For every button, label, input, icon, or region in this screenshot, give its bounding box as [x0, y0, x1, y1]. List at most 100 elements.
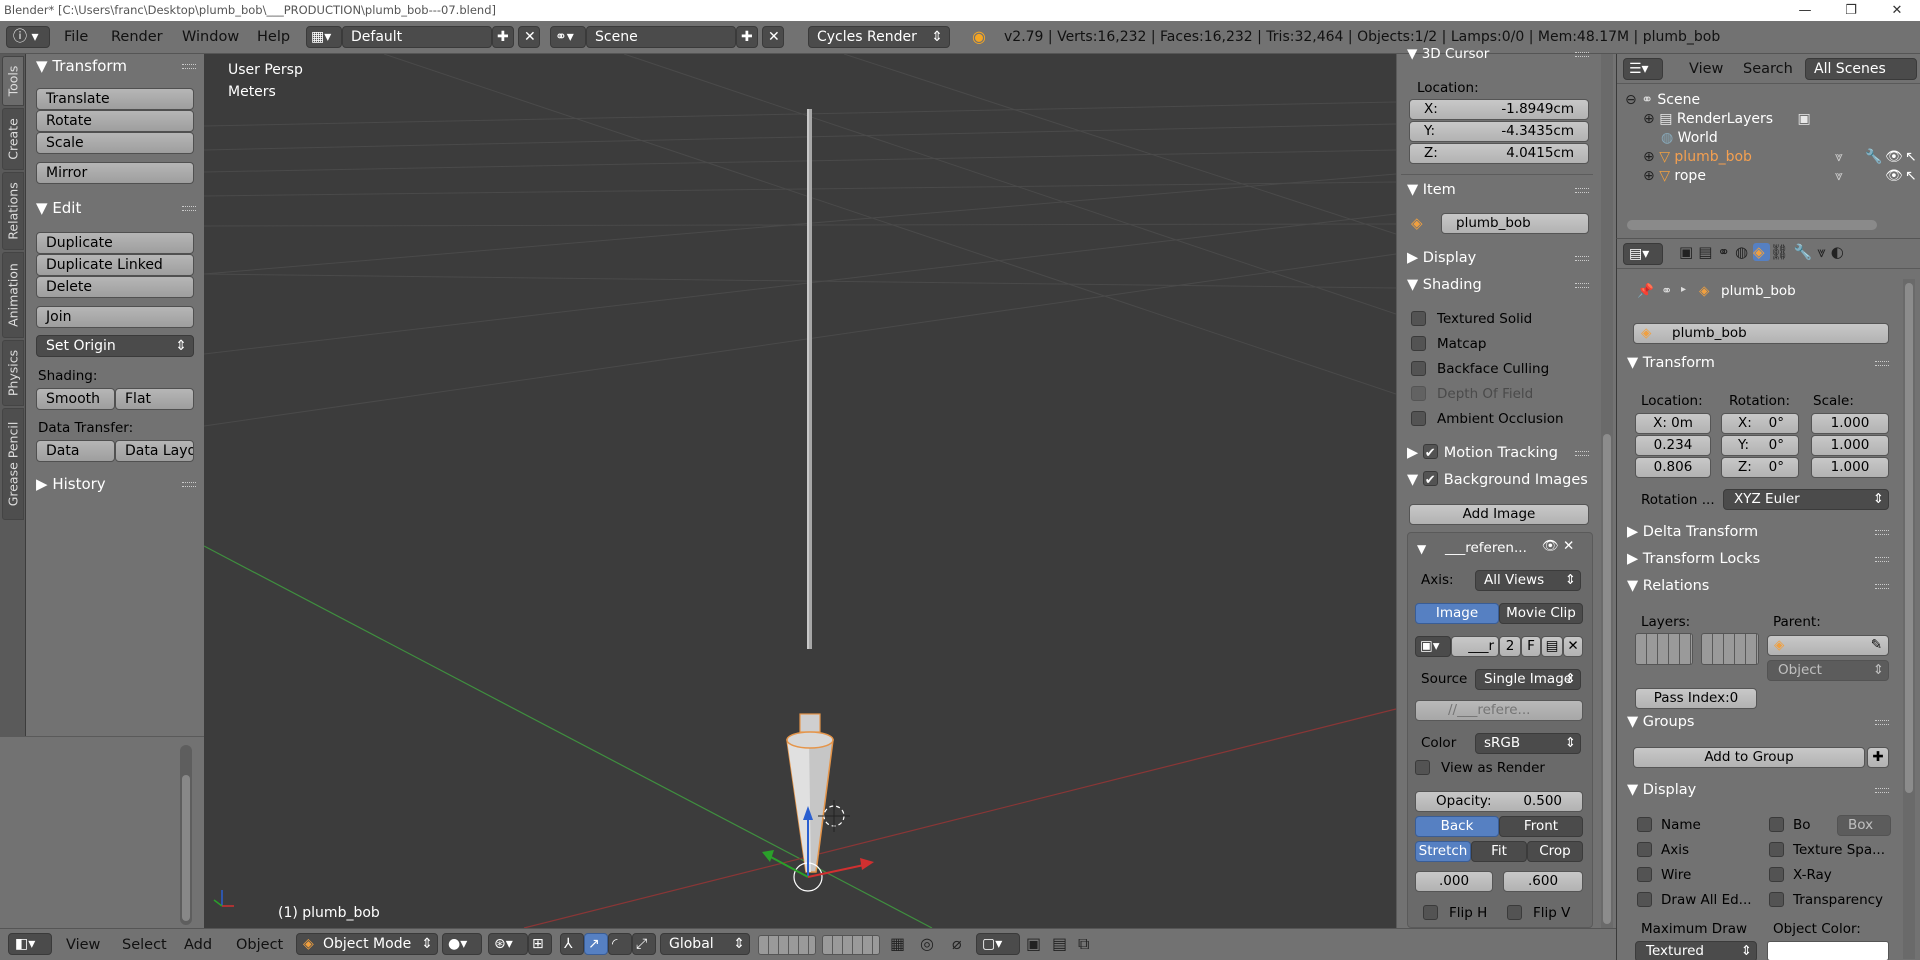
maximum-draw-dropdown[interactable]: Textured ⇕ [1635, 941, 1757, 960]
image-browse-button[interactable]: ▣▾ [1415, 636, 1451, 657]
drag-grip-icon[interactable] [1575, 283, 1589, 288]
snap-magnet-icon[interactable]: ⌀ [952, 934, 962, 953]
drag-grip-icon[interactable] [1575, 188, 1589, 193]
backface-culling-checkbox[interactable] [1411, 361, 1426, 376]
data-transfer-button[interactable]: Data [36, 440, 115, 462]
scene-layers-a[interactable] [758, 935, 816, 955]
scale-manipulator-button[interactable]: ⤢ [632, 933, 656, 955]
delta-transform-panel-header[interactable]: ▶ Delta Transform [1617, 520, 1897, 544]
rope-object[interactable] [807, 109, 812, 649]
fit-toggle[interactable]: Fit [1471, 841, 1527, 862]
open-image-icon[interactable]: ▤ [1541, 636, 1563, 657]
world-tab-icon[interactable]: ◍ [1735, 243, 1753, 261]
display-wire-checkbox[interactable] [1637, 867, 1652, 882]
shelf-scrollbar[interactable] [1601, 54, 1613, 928]
eyedropper-icon[interactable]: ✎ [1871, 636, 1882, 655]
new-group-button[interactable]: ✚ [1867, 747, 1889, 768]
layers-grid-a[interactable] [1635, 633, 1693, 665]
bounds-type-dropdown[interactable]: Box [1837, 815, 1891, 836]
movie-clip-source-tab[interactable]: Movie Clip [1499, 603, 1583, 624]
add-image-button[interactable]: Add Image [1409, 504, 1589, 525]
object-color-swatch[interactable] [1767, 941, 1889, 960]
flip-v-checkbox[interactable] [1507, 905, 1522, 920]
axis-dropdown[interactable]: All Views ⇕ [1475, 570, 1581, 591]
parent-type-dropdown[interactable]: Object ⇕ [1767, 660, 1889, 681]
rotate-manipulator-button[interactable]: ◜ [608, 933, 632, 955]
image-name-field[interactable]: ___r [1451, 636, 1499, 657]
source-dropdown[interactable]: Single Image ⇕ [1475, 669, 1581, 690]
properties-editor-type-button[interactable]: ▤▾ [1623, 243, 1663, 265]
drag-grip-icon[interactable] [1875, 557, 1889, 562]
cursor-x-field[interactable]: X: -1.8949cm [1409, 99, 1589, 120]
front-toggle[interactable]: Front [1499, 816, 1583, 837]
modifiers-tab-icon[interactable]: 🔧 [1794, 243, 1818, 261]
pin-icon[interactable]: 📌 [1637, 283, 1654, 299]
material-tab-icon[interactable]: ◐ [1831, 243, 1849, 261]
editor-type-button[interactable]: ⓘ ▾ [6, 26, 50, 48]
drag-grip-icon[interactable] [182, 482, 196, 487]
scale-button[interactable]: Scale [36, 132, 194, 154]
scene-tab-icon[interactable]: ⚭ [1717, 243, 1735, 261]
add-to-group-button[interactable]: Add to Group [1633, 747, 1865, 768]
scrollbar-thumb[interactable] [182, 775, 190, 921]
properties-scrollbar[interactable] [1903, 279, 1915, 959]
scale-y-field[interactable]: 1.000 [1811, 435, 1889, 456]
groups-panel-header[interactable]: ▼ Groups [1617, 710, 1897, 734]
matcap-checkbox[interactable] [1411, 336, 1426, 351]
offset-x-field[interactable]: .000 [1415, 871, 1493, 892]
transform-locks-panel-header[interactable]: ▶ Transform Locks [1617, 547, 1897, 571]
constraints-tab-icon[interactable]: ⛓ [1770, 243, 1794, 261]
unlink-image-icon[interactable]: ✕ [1563, 636, 1583, 657]
scene-browse-button[interactable]: ⚭▾ [550, 26, 586, 48]
menu-file[interactable]: File [64, 21, 88, 54]
ambient-occlusion-checkbox[interactable] [1411, 411, 1426, 426]
parent-field[interactable]: ◈ ✎ [1767, 635, 1889, 656]
tab-animation[interactable]: Animation [2, 252, 24, 338]
mirror-button[interactable]: Mirror [36, 162, 194, 184]
selectable-cursor-icon[interactable]: ↖ [1905, 168, 1917, 184]
scene-layers-b[interactable] [822, 935, 880, 955]
menu-window[interactable]: Window [182, 21, 239, 54]
drag-grip-icon[interactable] [1875, 584, 1889, 589]
outliner-editor-type-button[interactable]: ☰▾ [1623, 58, 1663, 80]
item-name-field[interactable]: plumb_bob [1441, 213, 1589, 234]
display-name-checkbox[interactable] [1637, 817, 1652, 832]
flip-h-checkbox[interactable] [1423, 905, 1438, 920]
outliner-search-menu[interactable]: Search [1743, 54, 1793, 84]
background-images-checkbox[interactable] [1422, 469, 1438, 493]
operator-scrollbar[interactable] [180, 745, 192, 925]
3d-cursor-panel-header[interactable]: ▼ 3D Cursor [1397, 42, 1597, 66]
drag-grip-icon[interactable] [182, 64, 196, 69]
relations-panel-header[interactable]: ▼ Relations [1617, 574, 1897, 598]
context-tabs[interactable]: ▣▤⚭◍◈⛓🔧⩔◐ [1679, 243, 1849, 261]
tree-item-rope[interactable]: ⊕ ▽ rope [1643, 168, 1706, 184]
location-x-field[interactable]: X: 0m [1635, 413, 1711, 434]
opengl-render-icon[interactable]: ▣ [1026, 934, 1041, 953]
transparency-checkbox[interactable] [1769, 892, 1784, 907]
menu-help[interactable]: Help [257, 21, 290, 54]
tree-item-plumb-bob[interactable]: ⊕ ▽ plumb_bob [1643, 149, 1752, 165]
tab-tools[interactable]: Tools [2, 56, 24, 106]
object-name-field[interactable]: plumb_bob [1633, 323, 1889, 344]
color-space-dropdown[interactable]: sRGB ⇕ [1475, 733, 1581, 754]
menu-object[interactable]: Object [236, 929, 283, 960]
tree-item-scene[interactable]: ⊖ ⚭ Scene [1625, 92, 1700, 108]
tab-grease-pencil[interactable]: Grease Pencil [2, 408, 24, 520]
shading-panel-header[interactable]: ▼ Shading [1397, 273, 1597, 297]
textured-solid-checkbox[interactable] [1411, 311, 1426, 326]
render-layers-tab-icon[interactable]: ▤ [1698, 243, 1717, 261]
history-panel-header[interactable]: ▶ History [26, 472, 204, 496]
add-layout-button[interactable]: ✚ [492, 26, 514, 48]
flat-shading-button[interactable]: Flat [115, 388, 194, 410]
location-z-field[interactable]: 0.806 [1635, 457, 1711, 478]
tab-create[interactable]: Create [2, 108, 24, 170]
image-source-tab[interactable]: Image [1415, 603, 1499, 624]
depth-of-field-checkbox[interactable] [1411, 386, 1426, 401]
plumb-bob-object[interactable] [786, 713, 834, 873]
display-bounds-checkbox[interactable] [1769, 817, 1784, 832]
object-tab-icon[interactable]: ◈ [1753, 243, 1770, 261]
location-y-field[interactable]: 0.234 [1635, 435, 1711, 456]
scrollbar-thumb[interactable] [1603, 434, 1611, 924]
drag-grip-icon[interactable] [1875, 530, 1889, 535]
motion-tracking-checkbox[interactable] [1422, 442, 1438, 466]
